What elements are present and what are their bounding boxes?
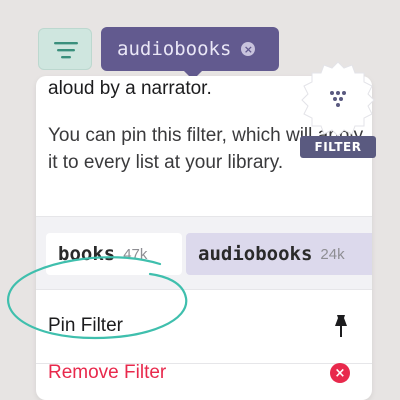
pin-highlight-ring — [6, 256, 188, 340]
filter-chip-audiobooks[interactable]: audiobooks 24k — [186, 233, 372, 275]
filter-lines-icon — [54, 42, 78, 59]
filter-chip-name: audiobooks — [198, 243, 313, 265]
active-filter-label: audiobooks — [117, 38, 232, 60]
filter-badge: FILTER — [300, 60, 386, 160]
menu-button[interactable] — [38, 28, 92, 70]
clear-filter-icon[interactable]: × — [241, 42, 256, 56]
filter-badge-label: FILTER — [300, 136, 376, 158]
remove-icon: × — [330, 363, 350, 383]
remove-filter-label: Remove Filter — [48, 362, 167, 383]
filter-chip-count: 24k — [320, 245, 345, 263]
filter-description-top: aloud by a narrator. — [48, 78, 212, 99]
active-filter-chip[interactable]: audiobooks × — [101, 27, 279, 71]
filter-seal-icon — [301, 61, 375, 136]
